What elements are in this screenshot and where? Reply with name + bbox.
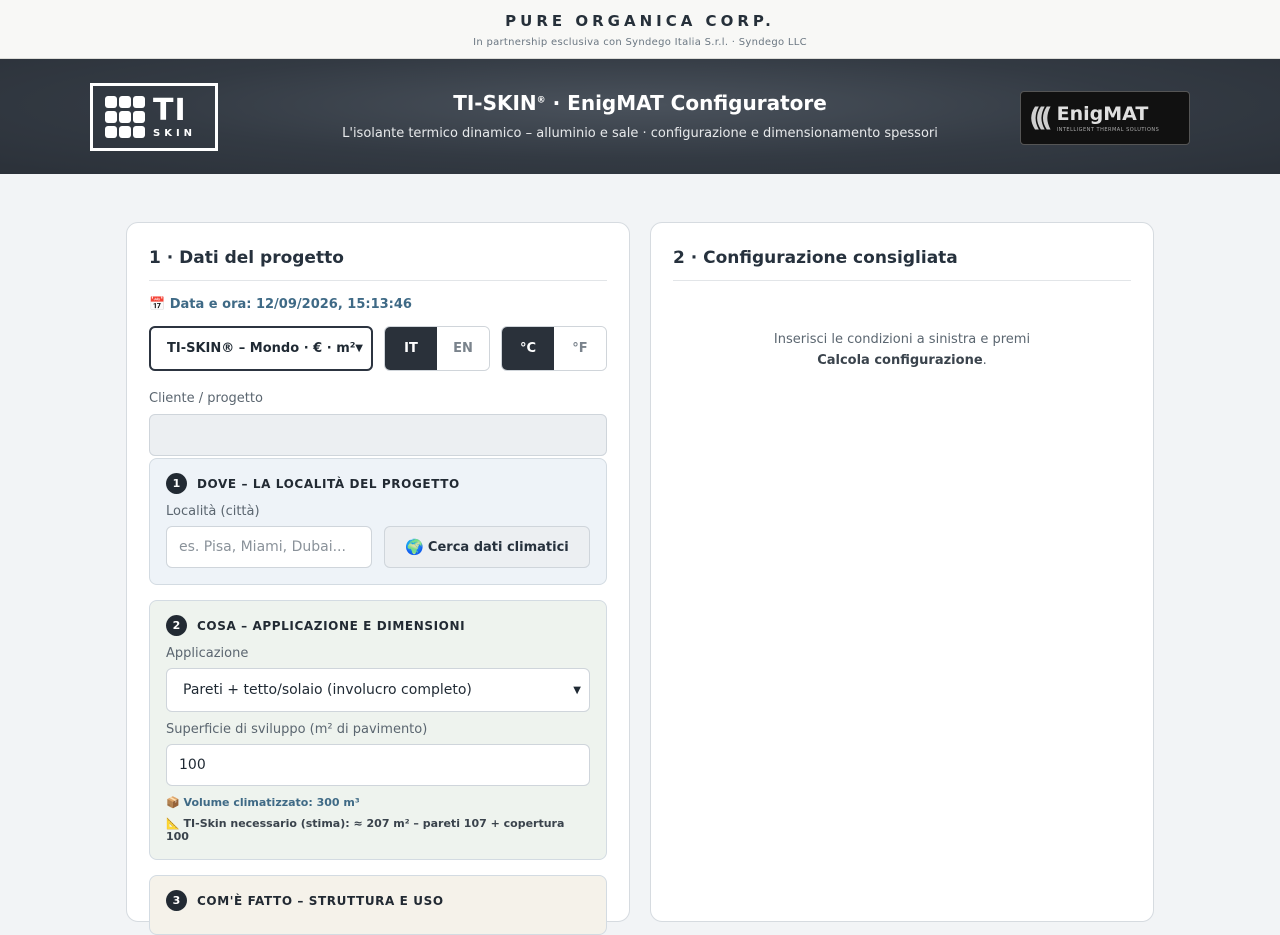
step-number: 1 [166, 473, 187, 494]
area-input[interactable]: 100 [166, 744, 590, 786]
step-number: 3 [166, 890, 187, 911]
client-input[interactable] [149, 414, 607, 456]
hero-header: TI SKIN TI-SKIN® · EnigMAT Configuratore… [0, 59, 1280, 174]
search-climate-button[interactable]: 🌍 Cerca dati climatici [384, 526, 590, 568]
enigmat-logo-tag: INTELLIGENT THERMAL SOLUTIONS [1056, 127, 1160, 133]
language-toggle: IT EN [384, 326, 490, 371]
city-label: Località (città) [166, 504, 260, 519]
rings-icon: ((( [1029, 103, 1053, 133]
partner-line: In partnership esclusiva con Syndego Ita… [473, 37, 807, 48]
enigmat-logo-name: EnigMAT [1056, 103, 1149, 125]
step-title: COM'È FATTO – STRUTTURA E USO [197, 893, 444, 908]
globe-icon: 🌍 [405, 538, 424, 556]
step-application: 2 COSA – APPLICAZIONE E DIMENSIONI Appli… [149, 600, 607, 860]
chevron-down-icon: ▼ [573, 684, 581, 696]
client-label: Cliente / progetto [149, 391, 263, 406]
settings-row: TI-SKIN® – Mondo · € · m² ▼ IT EN °C °F [149, 326, 607, 371]
datetime-text: 📅 Data e ora: 12/09/2026, 15:13:46 [149, 297, 412, 312]
company-name: PURE ORGANICA CORP. [505, 12, 775, 30]
panel-heading: 1 · Dati del progetto [149, 223, 607, 281]
city-input[interactable]: es. Pisa, Miami, Dubai... [166, 526, 372, 568]
application-select[interactable]: Pareti + tetto/solaio (involucro complet… [166, 668, 590, 712]
unit-toggle: °C °F [501, 326, 607, 371]
empty-state-message: Inserisci le condizioni a sinistra e pre… [773, 332, 1031, 368]
area-label: Superficie di sviluppo (m² di pavimento) [166, 722, 428, 737]
volume-info: 📦 Volume climatizzato: 300 m³ [166, 796, 360, 809]
lang-it-button[interactable]: IT [385, 327, 437, 370]
project-data-panel: 1 · Dati del progetto 📅 Data e ora: 12/0… [126, 222, 630, 935]
calculate-hint: Calcola configurazione [817, 353, 983, 368]
step-number: 2 [166, 615, 187, 636]
panel-heading: 2 · Configurazione consigliata [673, 223, 1131, 281]
brand-bar: PURE ORGANICA CORP. In partnership esclu… [0, 0, 1280, 59]
step-title: DOVE – LA LOCALITÀ DEL PROGETTO [197, 476, 460, 491]
recommended-config-panel: 2 · Configurazione consigliata Inserisci… [650, 222, 1154, 922]
estimate-info: 📐 TI-Skin necessario (stima): ≈ 207 m² –… [166, 817, 565, 843]
chevron-down-icon: ▼ [355, 343, 363, 354]
enigmat-logo: ((( EnigMAT INTELLIGENT THERMAL SOLUTION… [1020, 91, 1190, 145]
step-title: COSA – APPLICAZIONE E DIMENSIONI [197, 618, 466, 633]
fahrenheit-button[interactable]: °F [554, 327, 606, 370]
celsius-button[interactable]: °C [502, 327, 554, 370]
step-location: 1 DOVE – LA LOCALITÀ DEL PROGETTO Locali… [149, 458, 607, 585]
application-label: Applicazione [166, 646, 249, 661]
lang-en-button[interactable]: EN [437, 327, 489, 370]
step-structure: 3 COM'È FATTO – STRUTTURA E USO [149, 875, 607, 935]
market-preset-select[interactable]: TI-SKIN® – Mondo · € · m² ▼ [149, 326, 373, 371]
